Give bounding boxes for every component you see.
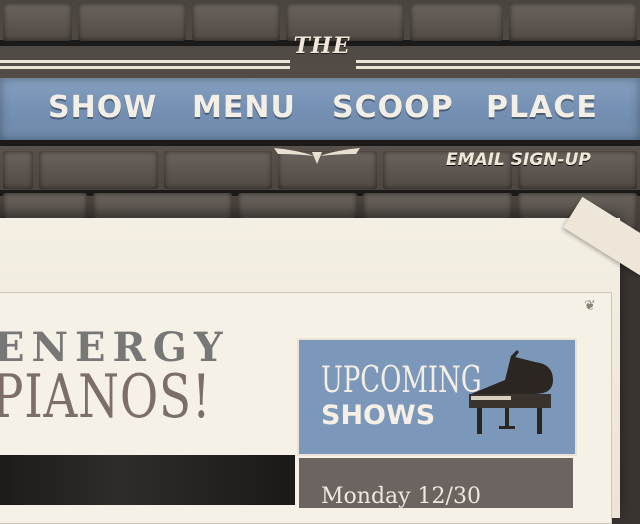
corner-flourish-icon: ❦ (584, 298, 596, 314)
header-rule-left-2 (0, 66, 290, 69)
hero-headline-main: PIANOS! (0, 362, 212, 432)
upcoming-date-item[interactable]: Monday 12/30 (321, 484, 481, 509)
main-nav: SHOW MENU SCOOP PLACE (0, 78, 640, 140)
upcoming-shows-panel[interactable]: UPCOMING SHOWS (297, 338, 577, 456)
upcoming-date-list: Monday 12/30 (299, 458, 573, 509)
wing-ornament-icon (274, 148, 360, 164)
upcoming-title-line2: SHOWS (321, 400, 436, 431)
hero-photo (0, 455, 295, 505)
grand-piano-icon (469, 350, 553, 434)
nav-item-place[interactable]: PLACE (486, 90, 598, 125)
nav-item-show[interactable]: SHOW (48, 90, 157, 125)
nav-item-menu[interactable]: MENU (192, 90, 296, 125)
logo-badge[interactable]: THE (292, 24, 352, 68)
header-rule-right (356, 60, 640, 63)
nav-item-scoop[interactable]: SCOOP (332, 90, 454, 125)
upcoming-title-line1: UPCOMING (321, 360, 482, 401)
email-signup-link[interactable]: EMAIL SIGN-UP (446, 150, 591, 170)
header-rule-right-2 (356, 66, 640, 69)
header-rule-left (0, 60, 290, 63)
